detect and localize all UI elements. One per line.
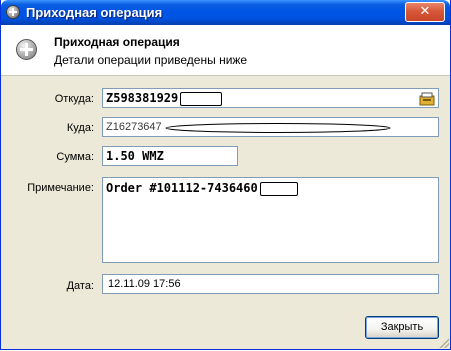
redaction-box	[259, 182, 298, 197]
amount-label: Сумма:	[56, 151, 94, 163]
to-label: Куда:	[66, 122, 94, 134]
header-title: Приходная операция	[54, 35, 180, 49]
to-field[interactable]: Z16273647	[102, 117, 439, 137]
date-value: 12.11.09 17:56	[108, 278, 181, 290]
from-value: Z598381929	[106, 91, 179, 105]
header-subtitle: Детали операции приведены ниже	[54, 53, 248, 67]
dialog-body: Откуда: Z598381929 Куда: Z16273647 Сумма…	[1, 76, 450, 349]
note-label: Примечание:	[27, 182, 94, 194]
from-label: Откуда:	[54, 93, 94, 105]
to-value-text: Z16273647	[106, 121, 162, 133]
redaction-scribble	[165, 123, 391, 133]
amount-field[interactable]: 1.50 WMZ	[102, 146, 238, 166]
close-button[interactable]: Закрыть	[365, 316, 439, 339]
plus-circle-icon	[16, 39, 37, 60]
note-value: Order #101112-7436460	[106, 181, 258, 195]
amount-value: 1.50 WMZ	[106, 149, 164, 163]
dialog-header: Приходная операция Детали операции приве…	[1, 25, 450, 76]
resize-grip[interactable]	[437, 336, 449, 348]
operation-dialog: Приходная операция ✕ Приходная операция …	[0, 0, 451, 350]
from-field[interactable]: Z598381929	[102, 88, 439, 108]
date-field[interactable]: 12.11.09 17:56	[102, 274, 439, 294]
window-title: Приходная операция	[26, 5, 163, 20]
note-field[interactable]: Order #101112-7436460	[102, 177, 439, 263]
wallet-icon[interactable]	[419, 92, 435, 106]
date-label: Дата:	[66, 280, 94, 292]
plus-circle-icon	[6, 5, 20, 19]
close-window-button[interactable]: ✕	[405, 2, 445, 22]
redaction-box	[180, 92, 223, 107]
title-bar[interactable]: Приходная операция ✕	[1, 0, 450, 25]
to-value: Z16273647	[106, 118, 162, 136]
